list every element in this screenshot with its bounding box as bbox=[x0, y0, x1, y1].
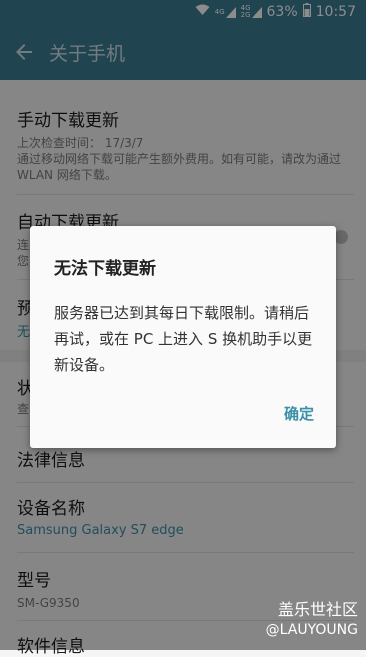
watermark-line-2: @LAUYOUNG bbox=[265, 622, 358, 638]
ok-button[interactable]: 确定 bbox=[284, 403, 314, 424]
update-failed-dialog: 无法下载更新 服务器已达到其每日下载限制。请稍后再试，或在 PC 上进入 S 换… bbox=[30, 226, 336, 448]
watermark-line-1: 盖乐世社区 bbox=[277, 600, 358, 619]
dialog-message: 服务器已达到其每日下载限制。请稍后再试，或在 PC 上进入 S 换机助手以更新设… bbox=[54, 304, 313, 374]
watermark: 盖乐世社区 @LAUYOUNG bbox=[266, 600, 358, 640]
dialog-title: 无法下载更新 bbox=[54, 259, 156, 279]
